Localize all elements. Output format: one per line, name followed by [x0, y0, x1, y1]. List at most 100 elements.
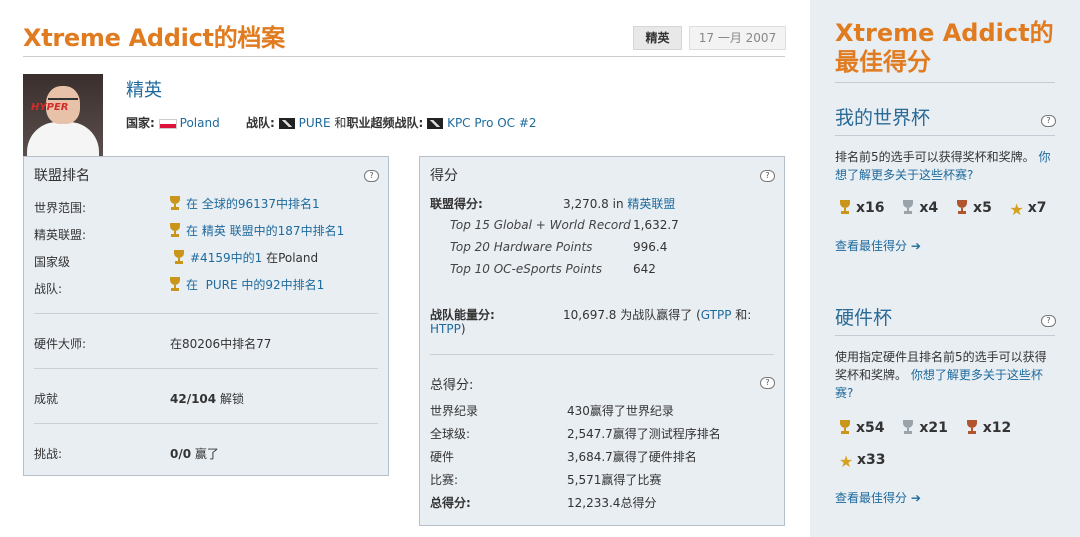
gold-trophy-icon	[838, 200, 852, 214]
poland-flag-icon	[158, 118, 177, 129]
arrow-right-icon: ➔	[910, 491, 921, 505]
rank-tag: 精英	[633, 26, 682, 50]
hardware-cup-desc: 使用指定硬件且排名前5的选手可以获得奖杯和奖牌。 你想了解更多关于这些杯赛?	[835, 350, 1047, 400]
gtpp-link[interactable]: GTPP	[701, 308, 732, 322]
country-rank-link[interactable]: #4159中的1	[190, 251, 262, 265]
team-power-value: 10,697.8 为战队赢得了 (GTPP 和:	[563, 308, 752, 322]
hardware-master-link[interactable]: 在80206中排名77	[170, 335, 271, 352]
silver-trophy-icon	[901, 200, 915, 214]
total-label: 世界纪录	[430, 404, 479, 418]
sidebar-divider	[835, 335, 1055, 336]
pro-team-link[interactable]: KPC Pro OC #2	[447, 116, 536, 130]
sub-score-label: Top 10 OC-eSports Points	[450, 262, 602, 276]
sub-score-value: 642	[633, 262, 656, 276]
gold-trophy-icon	[838, 420, 852, 434]
total-value: 430赢得了世界纪录	[567, 404, 674, 418]
grand-total-value: 12,233.4总得分	[567, 496, 657, 510]
team-logo-icon	[278, 118, 295, 129]
gold-trophy-icon	[168, 277, 182, 291]
league-points-label: 联盟得分:	[430, 197, 483, 211]
elite-league-link[interactable]: 精英联盟	[627, 197, 675, 211]
hardware-master-label: 硬件大师:	[34, 337, 87, 351]
sidebar-divider	[835, 135, 1055, 136]
hardware-cup-view-link[interactable]: 查看最佳得分 ➔	[835, 489, 921, 506]
divider	[34, 423, 378, 424]
team-label: 战队:	[246, 116, 275, 130]
world-rank-link[interactable]: 全球的96137中排名1	[202, 197, 320, 211]
total-label: 比赛:	[430, 473, 459, 487]
challenge-value: 0/0 赢了	[170, 447, 219, 461]
help-icon[interactable]: ?	[760, 170, 775, 182]
pro-team-logo-icon	[427, 118, 444, 129]
achievement-label: 成就	[34, 392, 59, 406]
header-divider	[23, 56, 785, 57]
challenge-label: 挑战:	[34, 447, 63, 461]
bronze-trophy-icon	[955, 200, 969, 214]
htpp-link[interactable]: HTPP	[430, 322, 461, 336]
profile-rank-title: 精英	[126, 80, 162, 101]
world-cup-heading: 我的世界杯	[835, 107, 931, 129]
world-cup-view-link[interactable]: 查看最佳得分 ➔	[835, 237, 921, 254]
sidebar-title: Xtreme Addict的最佳得分	[835, 19, 1054, 76]
team-power-value-cont: HTPP)	[430, 322, 466, 336]
bronze-trophy-icon	[965, 420, 979, 434]
star-medal-icon: ★	[838, 452, 854, 471]
achievement-value: 42/104 解锁	[170, 392, 244, 406]
help-icon[interactable]: ?	[1041, 315, 1056, 327]
league-points-value: 3,270.8 in 精英联盟	[563, 197, 676, 211]
league-rank-panel: 联盟排名 ? 世界范围: 在 全球的96137中排名1 精英联盟: 在 精英 联…	[23, 156, 389, 476]
team-rank-link[interactable]: PURE 中的92中排名1	[206, 278, 325, 292]
sub-score-value: 996.4	[633, 240, 668, 254]
help-icon[interactable]: ?	[760, 377, 775, 389]
sidebar-divider	[835, 82, 1055, 83]
and-text: 和	[334, 116, 347, 130]
score-panel: 得分 ? 联盟得分: 3,270.8 in 精英联盟 Top 15 Global…	[419, 156, 785, 526]
sub-score-label: Top 15 Global + World Record	[450, 218, 631, 232]
total-value: 5,571赢得了比赛	[567, 473, 662, 487]
gold-trophy-icon	[168, 223, 182, 237]
hardware-cup-medals: x54 x21 x12	[838, 420, 1023, 436]
rank-label-world: 世界范围:	[34, 201, 87, 215]
rank-label-country: 国家级	[34, 255, 71, 269]
total-value: 2,547.7赢得了测试程序排名	[567, 427, 721, 441]
star-medal-icon: ★	[1009, 200, 1024, 219]
league-rank-title: 联盟排名	[34, 168, 90, 184]
gold-trophy-icon	[172, 250, 186, 264]
total-value: 3,684.7赢得了硬件排名	[567, 450, 697, 464]
rank-value-elite: 在 精英 联盟中的187中排名1	[168, 222, 344, 239]
divider	[34, 368, 378, 369]
rank-value-world: 在 全球的96137中排名1	[168, 195, 320, 212]
country-link[interactable]: Poland	[180, 116, 220, 130]
sub-score-value: 1,632.7	[633, 218, 679, 232]
gold-trophy-icon	[168, 196, 182, 210]
join-date: 17 一月 2007	[689, 26, 786, 50]
team-row: 战队: PURE 和职业超频战队: KPC Pro OC #2	[246, 114, 537, 131]
help-icon[interactable]: ?	[1041, 115, 1056, 127]
rank-label-team: 战队:	[34, 282, 63, 296]
total-score-title: 总得分:	[430, 378, 474, 393]
rank-value-country: #4159中的1 在Poland	[172, 249, 318, 266]
arrow-right-icon: ➔	[910, 239, 921, 253]
total-label: 硬件	[430, 450, 455, 464]
help-icon[interactable]: ?	[364, 170, 379, 182]
score-title: 得分	[430, 168, 458, 184]
team-power-label: 战队能量分:	[430, 308, 495, 322]
hardware-cup-medals-row2: ★ x33	[838, 452, 886, 471]
elite-rank-link[interactable]: 精英 联盟中的187中排名1	[202, 224, 344, 238]
rank-label-elite: 精英联盟:	[34, 228, 87, 242]
country-row: 国家: Poland	[126, 114, 220, 131]
sub-score-label: Top 20 Hardware Points	[450, 240, 593, 254]
silver-trophy-icon	[901, 420, 915, 434]
country-label: 国家:	[126, 116, 155, 130]
rank-value-team: 在 PURE 中的92中排名1	[168, 276, 324, 293]
world-cup-medals: x16 x4 x5 ★ x7	[838, 200, 1058, 218]
world-cup-desc: 排名前5的选手可以获得奖杯和奖牌。 你想了解更多关于这些杯赛?	[835, 150, 1051, 182]
hardware-cup-heading: 硬件杯	[835, 307, 893, 329]
page-title: Xtreme Addict的档案	[23, 24, 285, 52]
team-link[interactable]: PURE	[299, 116, 331, 130]
pro-team-label: 职业超频战队:	[346, 116, 424, 130]
divider	[430, 354, 774, 355]
avatar[interactable]: HYPER	[23, 74, 103, 156]
total-label: 全球级:	[430, 427, 471, 441]
divider	[34, 313, 378, 314]
